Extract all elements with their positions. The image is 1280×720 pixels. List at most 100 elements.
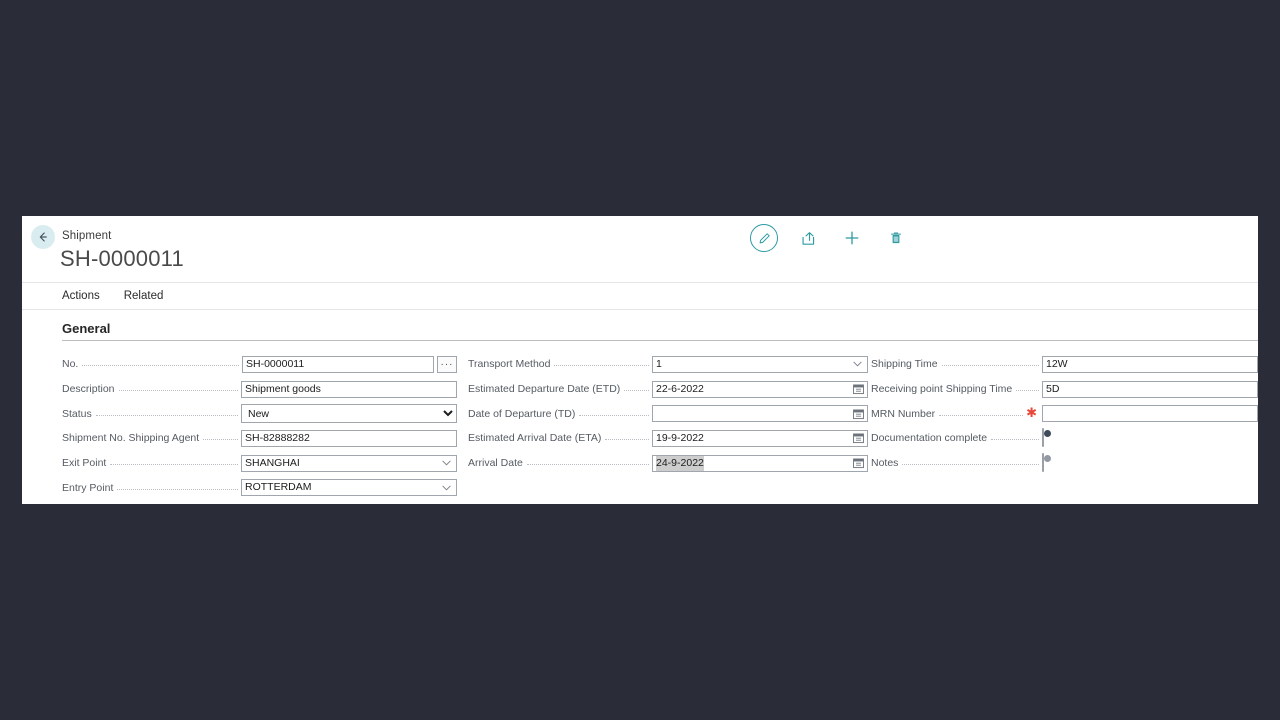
arrow-left-icon	[39, 232, 47, 242]
dot-leader	[110, 458, 238, 468]
calendar-icon[interactable]	[853, 384, 864, 395]
description-input[interactable]: Shipment goods	[241, 380, 457, 398]
field-label: Arrival Date	[468, 457, 523, 470]
arrival-date-input[interactable]: 24-9-2022	[652, 454, 868, 472]
actions-bar: Actions Related	[22, 283, 1258, 309]
field-label: Shipment No. Shipping Agent	[62, 432, 200, 445]
field-label: MRN Number	[871, 407, 936, 420]
back-button[interactable]	[31, 225, 55, 249]
mrn-number-input[interactable]	[1042, 405, 1258, 423]
exit-point-combo[interactable]: SHANGHAI	[241, 454, 457, 472]
no-input[interactable]: SH-0000011	[242, 355, 434, 373]
pencil-icon	[759, 232, 770, 243]
form-column-3: Shipping Time 12W Receiving point Shippi…	[871, 352, 1258, 475]
header-toolbar	[750, 224, 910, 252]
field-entry-point: Entry Point ROTTERDAM	[62, 475, 457, 500]
field-transport-method: Transport Method 1	[468, 352, 868, 377]
card-header: Shipment SH-0000011	[22, 216, 1258, 283]
share-button[interactable]	[794, 224, 822, 252]
dot-leader	[941, 359, 1039, 369]
date-of-departure-input[interactable]	[652, 405, 868, 423]
chevron-down-icon	[442, 460, 451, 466]
field-label: Estimated Arrival Date (ETA)	[468, 432, 602, 445]
arrival-date-value: 24-9-2022	[656, 455, 704, 471]
field-shipment-no-shipping-agent: Shipment No. Shipping Agent SH-82888282	[62, 426, 457, 451]
estimated-departure-date-input[interactable]: 22-6-2022	[652, 380, 868, 398]
entry-point-value: ROTTERDAM	[245, 481, 312, 494]
dot-leader	[939, 409, 1024, 419]
field-label: Documentation complete	[871, 432, 988, 445]
dot-leader	[579, 409, 649, 419]
field-label: Description	[62, 383, 115, 396]
exit-point-value: SHANGHAI	[245, 456, 300, 469]
receiving-point-shipping-time-input[interactable]: 5D	[1042, 380, 1258, 398]
field-description: Description Shipment goods	[62, 377, 457, 402]
transport-method-value: 1	[656, 357, 662, 370]
field-label: Notes	[871, 457, 899, 470]
dot-leader	[624, 384, 649, 394]
notes-toggle[interactable]	[1042, 453, 1051, 473]
field-estimated-departure-date: Estimated Departure Date (ETD) 22-6-2022	[468, 377, 868, 402]
dot-leader	[82, 359, 239, 369]
field-label: Date of Departure (TD)	[468, 407, 576, 420]
share-icon	[802, 231, 814, 245]
field-arrival-date: Arrival Date 24-9-2022	[468, 451, 868, 476]
documentation-complete-control	[1042, 428, 1258, 448]
field-mrn-number: MRN Number ✱	[871, 401, 1258, 426]
form-column-2: Transport Method 1 Estimated Departure D…	[468, 352, 868, 475]
section-title-general: General	[62, 321, 111, 336]
chevron-down-icon	[442, 485, 451, 491]
field-label: Receiving point Shipping Time	[871, 383, 1013, 396]
status-select[interactable]: New	[241, 404, 457, 424]
field-label: Exit Point	[62, 457, 107, 470]
shipment-card: Shipment SH-0000011 Actions Related Gene…	[22, 216, 1258, 504]
shipping-time-input[interactable]: 12W	[1042, 355, 1258, 373]
estimated-departure-date-value: 22-6-2022	[656, 382, 704, 395]
shipment-no-shipping-agent-input[interactable]: SH-82888282	[241, 429, 457, 447]
calendar-icon[interactable]	[853, 408, 864, 419]
estimated-arrival-date-value: 19-9-2022	[656, 431, 704, 444]
new-button[interactable]	[838, 224, 866, 252]
form-column-1: No. SH-0000011 ··· Description Shipment …	[62, 352, 457, 500]
dot-leader	[1016, 384, 1039, 394]
field-status: Status New	[62, 401, 457, 426]
field-label: No.	[62, 358, 79, 371]
field-date-of-departure: Date of Departure (TD)	[468, 401, 868, 426]
no-lookup-button[interactable]: ···	[437, 355, 457, 373]
related-menu[interactable]: Related	[124, 290, 164, 302]
field-label: Entry Point	[62, 481, 114, 494]
dot-leader	[902, 458, 1039, 468]
required-asterisk-icon: ✱	[1026, 406, 1037, 422]
calendar-icon[interactable]	[853, 433, 864, 444]
dot-leader	[526, 458, 649, 468]
notes-control	[1042, 453, 1258, 473]
dot-leader	[118, 384, 238, 394]
chevron-down-icon	[853, 362, 862, 367]
delete-button[interactable]	[882, 224, 910, 252]
field-label: Transport Method	[468, 358, 551, 371]
field-no: No. SH-0000011 ···	[62, 352, 457, 377]
plus-icon	[845, 231, 859, 245]
entry-point-combo[interactable]: ROTTERDAM	[241, 479, 457, 497]
actions-menu[interactable]: Actions	[62, 290, 100, 302]
calendar-icon[interactable]	[853, 458, 864, 469]
field-label: Shipping Time	[871, 358, 938, 371]
field-estimated-arrival-date: Estimated Arrival Date (ETA) 19-9-2022	[468, 426, 868, 451]
toggle-knob	[1044, 430, 1051, 438]
field-receiving-point-shipping-time: Receiving point Shipping Time 5D	[871, 377, 1258, 402]
estimated-arrival-date-input[interactable]: 19-9-2022	[652, 429, 868, 447]
field-label: Status	[62, 407, 92, 420]
dot-leader	[554, 359, 649, 369]
transport-method-combo[interactable]: 1	[652, 355, 868, 373]
desktop-background: Shipment SH-0000011 Actions Related Gene…	[0, 0, 1280, 720]
dot-leader	[203, 433, 238, 443]
field-control: SH-0000011 ···	[242, 355, 457, 373]
breadcrumb[interactable]: Shipment	[62, 230, 111, 242]
documentation-complete-toggle[interactable]	[1042, 428, 1051, 448]
dot-leader	[605, 433, 649, 443]
edit-button[interactable]	[750, 224, 778, 252]
dot-leader	[95, 409, 238, 419]
dot-leader	[117, 483, 238, 493]
trash-icon	[890, 232, 902, 244]
toggle-knob	[1044, 455, 1051, 463]
